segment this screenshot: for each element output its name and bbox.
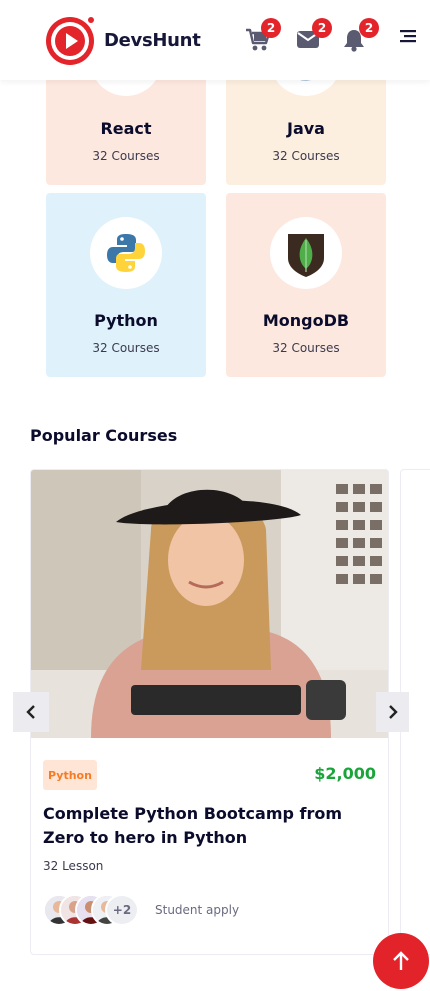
category-card-mongodb[interactable]: MongoDB 32 Courses	[226, 193, 386, 377]
logo[interactable]: DevsHunt	[44, 14, 201, 66]
brand-name: DevsHunt	[104, 29, 201, 51]
course-card[interactable]: Python $2,000 Complete Python Bootcamp f…	[30, 469, 389, 955]
course-price: $2,000	[314, 764, 376, 783]
lesson-count: 32 Lesson	[43, 859, 104, 873]
category-count: 32 Courses	[272, 341, 340, 355]
course-tag[interactable]: Python	[43, 760, 97, 790]
chevron-right-icon	[388, 705, 398, 719]
category-name: Python	[94, 311, 158, 330]
carousel-prev-button[interactable]	[13, 692, 49, 732]
category-name: MongoDB	[262, 311, 350, 330]
mail-button[interactable]: 2	[296, 18, 332, 52]
hamburger-icon	[400, 30, 416, 43]
category-count: 32 Courses	[92, 149, 160, 163]
notification-button[interactable]: 2	[343, 18, 379, 52]
carousel-next-button[interactable]	[376, 692, 409, 732]
cart-button[interactable]: 2	[245, 18, 281, 52]
category-card-python[interactable]: Python 32 Courses	[46, 193, 206, 377]
category-name: React	[100, 119, 152, 138]
course-image	[31, 470, 388, 738]
play-logo-icon	[44, 14, 98, 66]
arrow-up-icon	[393, 951, 409, 970]
scroll-to-top-button[interactable]	[373, 933, 429, 989]
category-name: Java	[287, 119, 325, 138]
python-icon	[90, 217, 162, 289]
student-apply-label: Student apply	[155, 903, 240, 917]
category-count: 32 Courses	[92, 341, 160, 355]
mongodb-icon	[270, 217, 342, 289]
category-count: 32 Courses	[272, 149, 340, 163]
mail-badge: 2	[312, 18, 332, 38]
section-title: Popular Courses	[30, 426, 178, 445]
chevron-left-icon	[26, 705, 35, 719]
menu-button[interactable]	[400, 28, 416, 43]
site-header: DevsHunt 2 2 2	[0, 0, 430, 80]
course-title[interactable]: Complete Python Bootcamp from Zero to he…	[43, 802, 379, 850]
cart-badge: 2	[261, 18, 281, 38]
notification-badge: 2	[359, 18, 379, 38]
more-students-count: +2	[105, 894, 139, 926]
